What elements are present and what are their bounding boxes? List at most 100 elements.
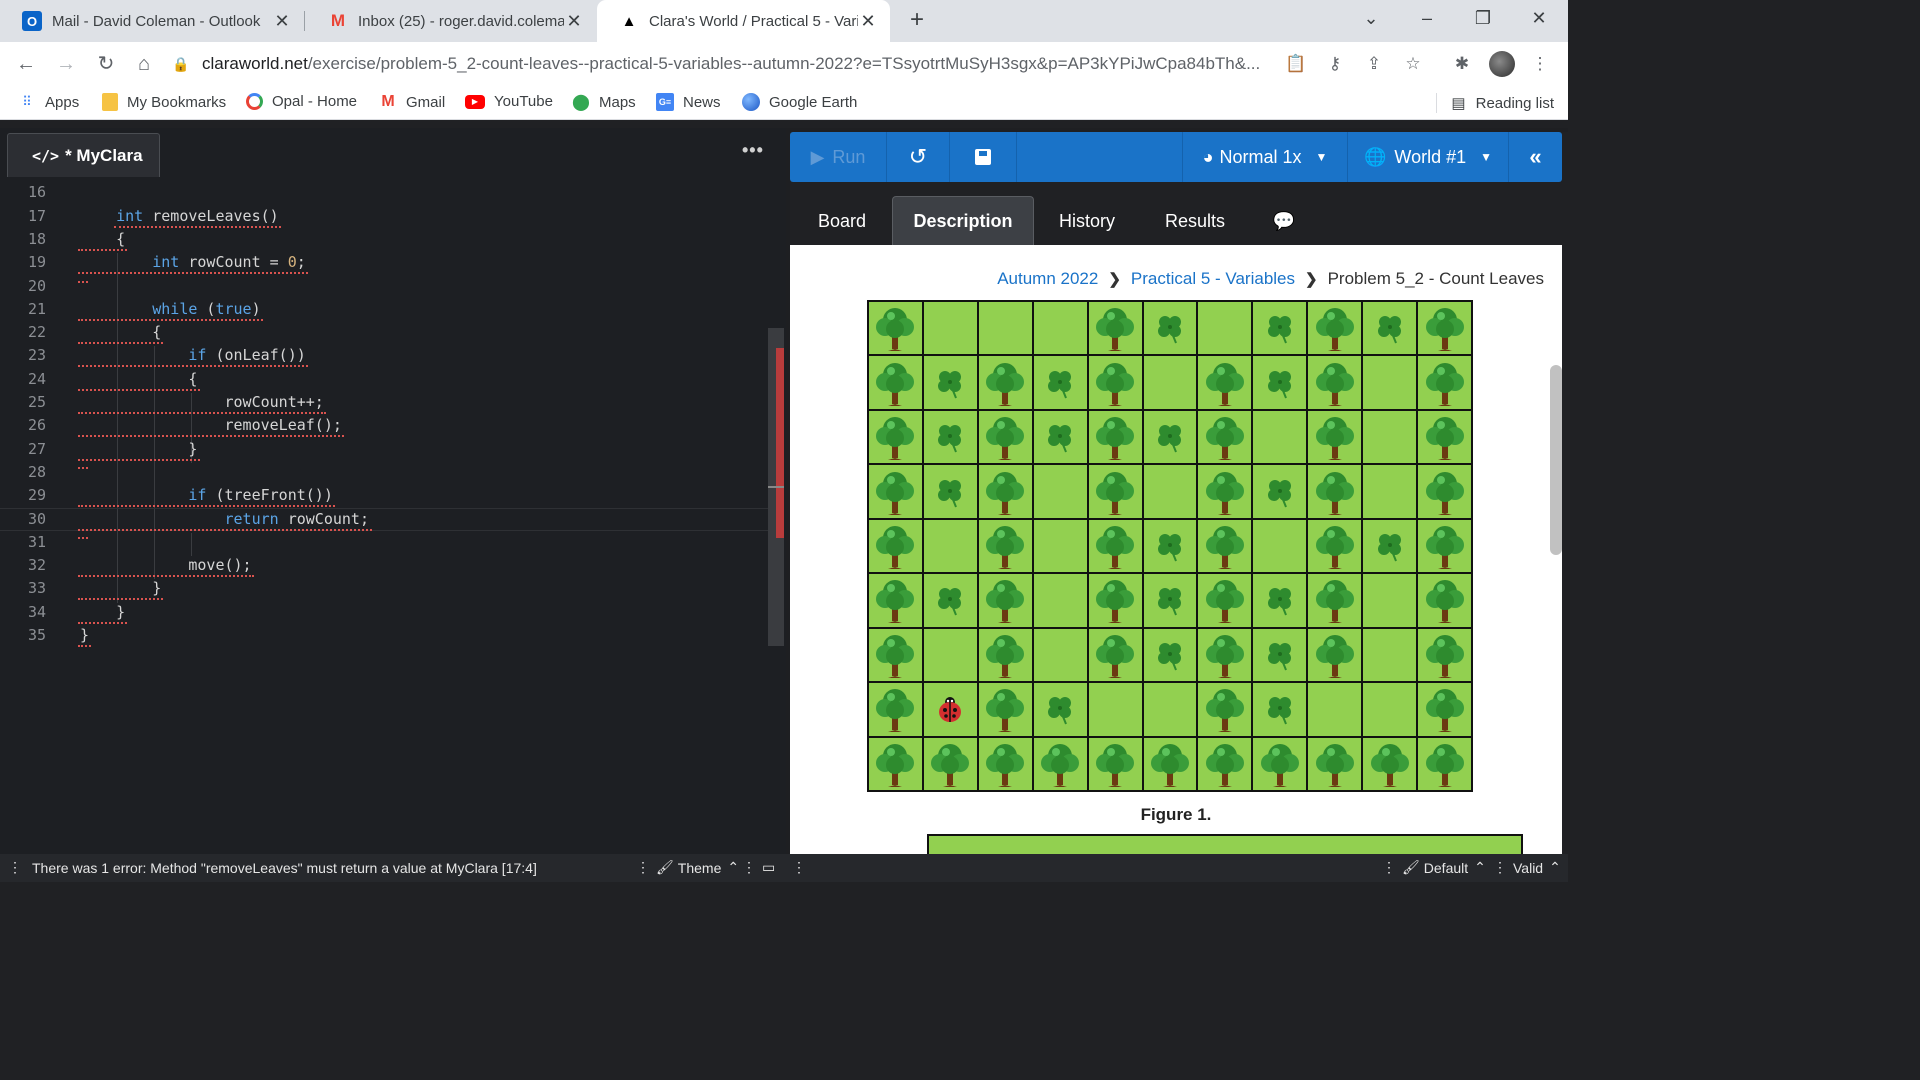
reading-list-button[interactable]: ▤ Reading list	[1436, 93, 1554, 113]
gmail-icon: M	[330, 11, 346, 30]
board-cell	[1308, 410, 1362, 464]
breadcrumb-autumn-2022[interactable]: Autumn 2022	[997, 269, 1098, 289]
error-squiggle	[114, 224, 282, 228]
world-dropdown[interactable]: 🌐 World #1 ▼	[1348, 132, 1508, 182]
bookmark-youtube[interactable]: ▶ YouTube	[465, 93, 553, 110]
bookmark-google-earth[interactable]: Google Earth	[742, 93, 857, 111]
more-options-icon[interactable]: •••	[742, 140, 764, 161]
error-squiggle	[78, 387, 200, 391]
extensions-icon[interactable]: ✱	[1450, 52, 1474, 76]
restore-icon[interactable]: ❐	[1468, 8, 1498, 29]
editor-tab-myclara[interactable]: </> * MyClara	[7, 133, 160, 177]
bookmark-news[interactable]: G≡ News	[656, 93, 721, 111]
speed-dropdown[interactable]: ◕ Normal 1x ▼	[1183, 132, 1347, 182]
board-cell	[1308, 356, 1362, 409]
minimize-icon[interactable]: –	[1412, 8, 1442, 29]
run-button[interactable]: ▶ Run	[790, 132, 886, 182]
star-icon[interactable]: ☆	[1401, 52, 1425, 76]
reading-list-icon: ▤	[1451, 95, 1466, 112]
bookmark-apps[interactable]: ⠿ Apps	[18, 93, 79, 111]
browser-toolbar: ← → ↻ ⌂ 🔒 claraworld.net/exercise/proble…	[0, 42, 1568, 86]
code-line[interactable]: 20	[0, 277, 770, 300]
panel-menu[interactable]: ⋮	[792, 859, 806, 876]
reload-icon[interactable]: ↻	[92, 50, 120, 78]
code-line[interactable]: 16	[0, 183, 770, 206]
reset-button[interactable]: ↺	[887, 132, 949, 182]
tree-icon	[874, 523, 916, 569]
tree-icon	[1149, 741, 1191, 787]
browser-tab-outlook[interactable]: O Mail - David Coleman - Outlook ✕	[0, 0, 304, 42]
close-tab-icon[interactable]: ✕	[564, 11, 584, 32]
line-number: 25	[27, 393, 46, 411]
tree-icon	[1314, 305, 1356, 352]
forward-icon[interactable]: →	[52, 50, 80, 78]
code-text: int rowCount = 0;	[152, 253, 306, 272]
error-marker	[776, 348, 784, 538]
default-selector[interactable]: ⋮ 🖌 Default ⌃	[1382, 859, 1486, 876]
board-cell	[1198, 683, 1252, 736]
board-cell	[1198, 628, 1252, 682]
valid-label: Valid	[1513, 859, 1544, 876]
editor-scrollbar[interactable]	[768, 328, 784, 646]
bookmark-my-bookmarks[interactable]: My Bookmarks	[102, 93, 226, 111]
layout-toggle[interactable]: ⋮ ▭	[742, 859, 775, 876]
share-icon[interactable]: ⇪	[1362, 52, 1386, 76]
breadcrumb-practical-5[interactable]: Practical 5 - Variables	[1131, 269, 1295, 289]
code-area[interactable]: 15 }1617 int removeLeaves()18 {19 int ro…	[0, 168, 770, 854]
bookmark-maps[interactable]: ⬤ Maps	[572, 93, 636, 112]
code-line[interactable]: 35}	[0, 626, 770, 649]
code-line[interactable]: 31	[0, 533, 770, 556]
brush-icon: 🖌	[656, 859, 674, 875]
bookmark-label: Maps	[599, 93, 636, 111]
description-content: Autumn 2022 ❯ Practical 5 - Variables ❯ …	[790, 245, 1562, 854]
error-message[interactable]: ⋮ There was 1 error: Method "removeLeave…	[8, 859, 537, 876]
browser-tab-gmail[interactable]: M Inbox (25) - roger.david.coleman ✕	[306, 0, 596, 42]
tab-comments[interactable]: 💬	[1252, 196, 1316, 246]
browser-tab-strip: O Mail - David Coleman - Outlook ✕ M Inb…	[0, 0, 1568, 42]
theme-selector[interactable]: ⋮ 🖌 Theme ⌃	[636, 859, 739, 876]
figure-caption: Figure 1.	[1140, 805, 1212, 824]
line-number: 17	[27, 206, 46, 225]
tree-icon	[1424, 741, 1466, 787]
tab-title: Clara's World / Practical 5 - Varia	[649, 12, 858, 30]
key-icon[interactable]: ⚷	[1323, 52, 1347, 76]
board-cell	[1418, 302, 1471, 355]
bookmark-gmail[interactable]: M Gmail	[379, 93, 445, 111]
board-cell	[923, 519, 977, 573]
validity-indicator[interactable]: ⋮ Valid ⌃	[1493, 859, 1561, 876]
close-tab-icon[interactable]: ✕	[858, 11, 878, 32]
menu-kebab-icon[interactable]: ⋮	[1528, 52, 1552, 76]
board-cell	[1088, 683, 1142, 736]
board-cell	[923, 356, 977, 409]
board-cell	[923, 574, 977, 627]
tab-description[interactable]: Description	[892, 196, 1034, 246]
board-cell	[923, 628, 977, 682]
line-number: 29	[27, 486, 46, 505]
close-tab-icon[interactable]: ✕	[272, 11, 292, 32]
close-window-icon[interactable]: ✕	[1524, 8, 1554, 29]
collapse-panel-button[interactable]: «	[1509, 132, 1562, 182]
address-bar[interactable]: 🔒 claraworld.net/exercise/problem-5_2-co…	[172, 48, 1282, 80]
folder-icon	[102, 93, 118, 111]
back-icon[interactable]: ←	[12, 50, 40, 78]
tab-history[interactable]: History	[1034, 196, 1140, 246]
clover-leaf-icon	[1153, 529, 1187, 563]
tree-icon	[874, 360, 916, 406]
code-line[interactable]: 28	[0, 463, 770, 486]
line-number: 18	[27, 229, 46, 248]
clover-leaf-icon	[1263, 638, 1297, 672]
bookmark-opal[interactable]: Opal - Home	[246, 93, 357, 110]
tree-icon	[874, 686, 916, 733]
board-cell	[978, 574, 1032, 627]
board-cell	[1418, 465, 1471, 518]
browser-tab-clara[interactable]: ▲ Clara's World / Practical 5 - Varia ✕	[597, 0, 890, 42]
tab-search-icon[interactable]: ⌄	[1356, 8, 1386, 29]
content-scrollbar[interactable]	[1550, 365, 1562, 555]
tab-board[interactable]: Board	[790, 196, 894, 246]
tab-results[interactable]: Results	[1142, 196, 1248, 246]
new-tab-button[interactable]: +	[904, 8, 930, 34]
save-button[interactable]	[950, 132, 1016, 182]
clipboard-icon[interactable]: 📋	[1284, 52, 1308, 76]
avatar[interactable]	[1489, 51, 1515, 77]
home-icon[interactable]: ⌂	[130, 50, 158, 78]
